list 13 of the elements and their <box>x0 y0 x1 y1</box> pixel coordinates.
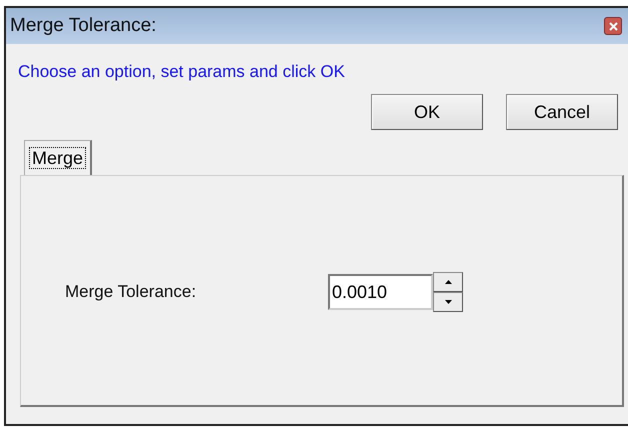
field-label: Merge Tolerance: <box>65 282 198 302</box>
spin-down-button[interactable] <box>433 292 463 312</box>
tab[interactable]: Merge <box>24 140 92 175</box>
number-input-field[interactable]: 0.0010 <box>328 274 433 310</box>
dialog-button[interactable]: OK <box>371 94 483 130</box>
close-icon <box>608 22 618 30</box>
down-arrow-icon <box>444 300 452 304</box>
close-button[interactable] <box>604 17 622 35</box>
window-title: Merge Tolerance: <box>10 15 156 37</box>
dialog-button[interactable]: Cancel <box>506 94 618 130</box>
instruction-text: Choose an option, set params and click OK <box>18 62 346 83</box>
up-arrow-icon <box>444 280 452 284</box>
spin-up-button[interactable] <box>433 272 463 292</box>
